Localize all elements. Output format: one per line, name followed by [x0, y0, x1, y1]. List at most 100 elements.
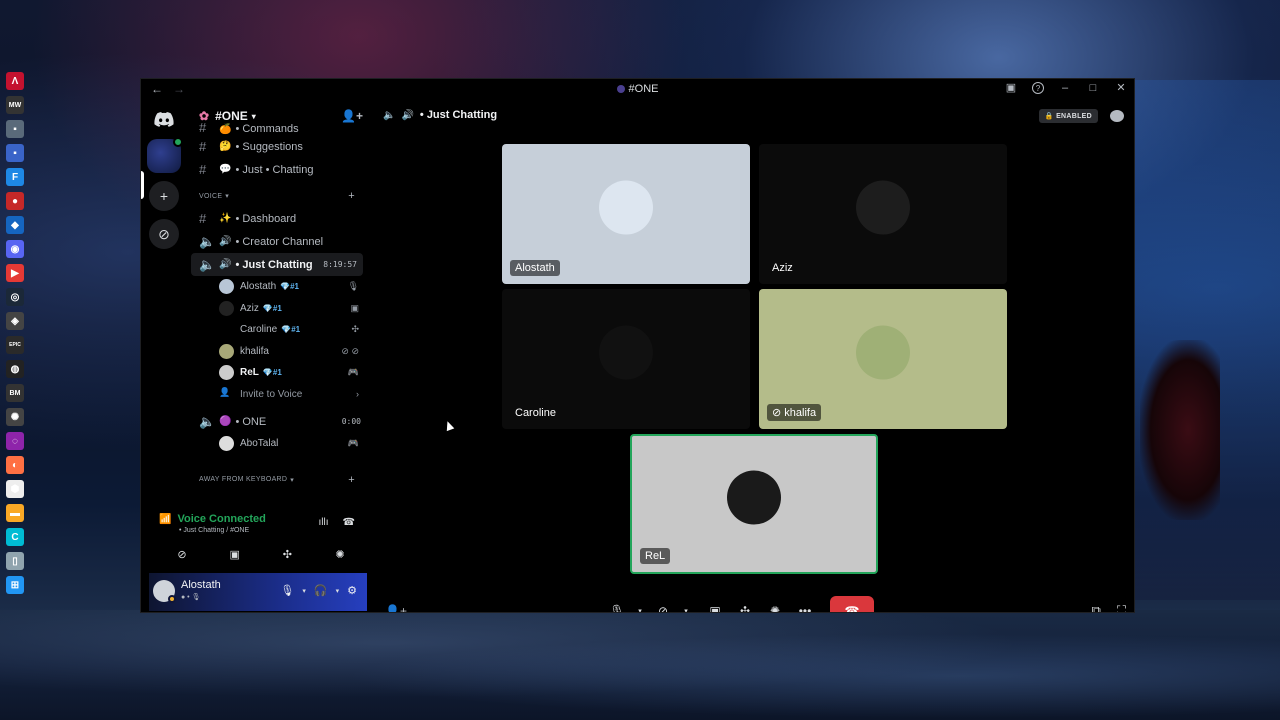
server-one-icon[interactable]: [147, 137, 183, 173]
video-tile-rel[interactable]: ReL: [630, 434, 878, 574]
channel-commands[interactable]: # 🍊 • Commands: [187, 119, 367, 135]
bm-icon[interactable]: BM: [6, 384, 24, 402]
channel-suggestions[interactable]: # 🤔 • Suggestions: [187, 135, 367, 158]
discord-icon[interactable]: ◉: [6, 240, 24, 258]
voice-member[interactable]: AboTalal 🎮: [187, 433, 367, 455]
chevron-down-icon: ▾: [290, 476, 295, 484]
channel-emoji: ✨: [219, 213, 232, 224]
voice-status[interactable]: 📶 Voice Connected: [159, 513, 266, 525]
hash-icon: #: [199, 211, 207, 226]
channel-dashboard[interactable]: # ✨ • Dashboard: [187, 207, 367, 230]
voice-member[interactable]: khalifa ⊘ ⊘: [187, 341, 367, 363]
stage-header-right: 🔒 ENABLED: [1038, 109, 1124, 123]
soundboard-icon[interactable]: ✺: [329, 545, 351, 563]
voice-category[interactable]: VOICE ▾ +: [187, 185, 367, 207]
recycle-bin-icon[interactable]: ▯: [6, 552, 24, 570]
obs-icon[interactable]: ◍: [6, 360, 24, 378]
f-icon[interactable]: F: [6, 168, 24, 186]
invite-label: Invite to Voice: [240, 388, 303, 400]
noise-suppression-icon[interactable]: ıllı: [319, 517, 329, 528]
gamepad-icon[interactable]: ◈: [6, 312, 24, 330]
folder-icon[interactable]: ▬: [6, 504, 24, 522]
settings-app-icon[interactable]: ✺: [6, 408, 24, 426]
role-badge: 💎#1: [262, 368, 282, 378]
disconnect-icon[interactable]: ☎: [343, 517, 355, 528]
discord-home-icon[interactable]: [149, 107, 179, 131]
epic-icon[interactable]: EPIC: [6, 336, 24, 354]
add-channel-icon[interactable]: +: [348, 474, 355, 486]
soundboard-icon[interactable]: ✺: [760, 596, 790, 612]
invite-to-voice[interactable]: 👤 Invite to Voice ›: [187, 384, 367, 406]
camera-off-icon[interactable]: ⊘: [171, 545, 193, 563]
pop-out-icon[interactable]: ⧉: [1092, 603, 1101, 612]
fullscreen-icon[interactable]: ⛶: [1117, 603, 1126, 612]
app-icon[interactable]: ▪: [6, 144, 24, 162]
discord-window: ← → #ONE ▣ ? – □ ✕ + ⊘ ✿ #ONE ▾ 👤+ # 🍊 •…: [140, 78, 1135, 613]
speaker-icon: 🔈: [383, 109, 396, 121]
channel-creator-channel[interactable]: 🔈 🔊 • Creator Channel: [187, 230, 367, 253]
chevron-down-icon[interactable]: ▾: [336, 587, 340, 595]
video-tile-aziz[interactable]: Aziz: [759, 144, 1007, 284]
mw-icon[interactable]: MW: [6, 96, 24, 114]
screen-share-icon[interactable]: ▣: [700, 596, 730, 612]
screen-share-icon[interactable]: ▣: [224, 545, 246, 563]
voice-member[interactable]: ReL 💎#1 🎮: [187, 362, 367, 384]
disconnect-button[interactable]: ☎: [830, 596, 874, 612]
tile-name: Caroline: [515, 407, 556, 419]
voice-member[interactable]: Aziz 💎#1 ▣: [187, 298, 367, 320]
channel-one[interactable]: 🔈 🟣 • ONE 0:00: [187, 410, 367, 433]
video-tile-alostath[interactable]: Alostath: [502, 144, 750, 284]
chevron-down-icon[interactable]: ▾: [302, 587, 306, 595]
minimize-button[interactable]: –: [1058, 82, 1072, 94]
firefox-icon[interactable]: ◐: [6, 456, 24, 474]
chat-bubble-icon[interactable]: [1110, 110, 1124, 122]
explore-servers-button[interactable]: ⊘: [149, 219, 179, 249]
microphone-icon[interactable]: 🎙: [280, 584, 294, 597]
more-options-icon[interactable]: •••: [790, 596, 820, 612]
role-badge: 💎#1: [262, 303, 282, 313]
activity-icon: 🎮: [347, 438, 359, 449]
video-tile-khalifa[interactable]: ⊘ khalifa: [759, 289, 1007, 429]
chevron-down-icon[interactable]: ▾: [678, 607, 694, 612]
voice-channel-path[interactable]: • Just Chatting / #ONE: [179, 527, 249, 534]
game-icon[interactable]: ▪: [6, 120, 24, 138]
channel-just-chatting-text[interactable]: # 💬 • Just • Chatting: [187, 158, 367, 181]
help-icon[interactable]: ?: [1032, 81, 1044, 94]
among-us-icon[interactable]: ●: [6, 192, 24, 210]
channel-label: • Dashboard: [235, 212, 297, 225]
headphones-icon[interactable]: 🎧: [314, 584, 328, 597]
voice-members: Alostath 💎#1 🎙 Aziz 💎#1 ▣ Caroline 💎#1 ✣ khalifa ⊘…: [187, 276, 367, 384]
video-tile-caroline[interactable]: Caroline: [502, 289, 750, 429]
activities-icon[interactable]: ✣: [276, 545, 298, 563]
youtube-icon[interactable]: ▶: [6, 264, 24, 282]
member-name: Alostath: [240, 281, 277, 293]
shield-app-icon[interactable]: ⬢: [6, 480, 24, 498]
canva-icon[interactable]: C: [6, 528, 24, 546]
maximize-button[interactable]: □: [1086, 82, 1100, 94]
user-avatar[interactable]: [153, 580, 176, 603]
voice-member[interactable]: Caroline 💎#1 ✣: [187, 319, 367, 341]
avatar: [727, 470, 781, 525]
adobe-icon[interactable]: Λ: [6, 72, 24, 90]
add-channel-icon[interactable]: +: [348, 190, 355, 202]
channel-label: • Suggestions: [235, 140, 303, 153]
inbox-icon[interactable]: ▣: [1004, 81, 1018, 94]
close-button[interactable]: ✕: [1114, 81, 1128, 94]
channel-just-chatting-voice[interactable]: 🔈 🔊 • Just Chatting 8:19:57: [191, 253, 363, 276]
chevron-down-icon[interactable]: ▾: [632, 607, 648, 612]
rocket-league-icon[interactable]: ◆: [6, 216, 24, 234]
add-server-button[interactable]: +: [149, 181, 179, 211]
voice-member[interactable]: Alostath 💎#1 🎙: [187, 276, 367, 298]
camera-off-icon[interactable]: ⊘: [648, 596, 678, 612]
settings-gear-icon[interactable]: ⚙: [347, 584, 357, 597]
afk-category[interactable]: AWAY FROM KEYBOARD ▾ +: [187, 469, 367, 491]
steam-icon[interactable]: ◎: [6, 288, 24, 306]
color-wheel-icon[interactable]: ◌: [6, 432, 24, 450]
enabled-badge[interactable]: 🔒 ENABLED: [1038, 109, 1098, 123]
background-street: [0, 610, 1280, 720]
microphone-icon[interactable]: 🎙: [602, 596, 632, 612]
windows-start-icon[interactable]: ⊞: [6, 576, 24, 594]
invite-user-icon[interactable]: 👤+: [385, 604, 407, 612]
activities-icon[interactable]: ✣: [730, 596, 760, 612]
avatar: [856, 325, 910, 380]
